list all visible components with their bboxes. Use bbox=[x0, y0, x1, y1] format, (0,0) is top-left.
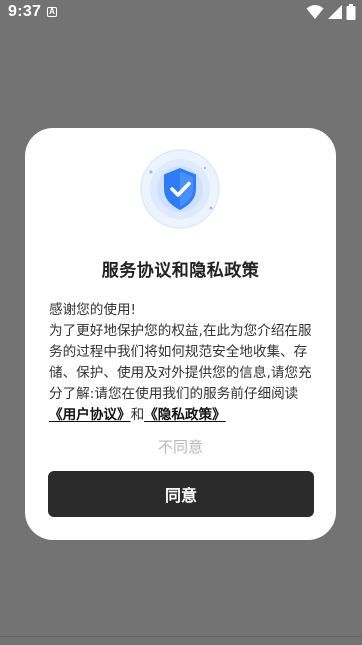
notification-icon: A bbox=[47, 7, 57, 17]
dialog-body: 感谢您的使用! 为了更好地保护您的权益,在此为您介绍在服务的过程中我们将如何规范… bbox=[49, 300, 315, 426]
disagree-button[interactable]: 不同意 bbox=[25, 436, 336, 457]
greeting-text: 感谢您的使用! bbox=[49, 302, 137, 318]
agree-button[interactable]: 同意 bbox=[48, 471, 314, 517]
status-bar: 9:37 A bbox=[0, 0, 362, 26]
agreement-paragraph: 为了更好地保护您的权益,在此为您介绍在服务的过程中我们将如何规范安全地收集、存储… bbox=[49, 321, 315, 426]
privacy-policy-link[interactable]: 《隐私政策》 bbox=[144, 407, 226, 423]
navigation-bar-divider bbox=[0, 636, 362, 637]
dialog-title: 服务协议和隐私政策 bbox=[101, 261, 260, 281]
wifi-icon bbox=[306, 5, 324, 19]
conjunction-text: 和 bbox=[130, 407, 145, 423]
body-text: 为了更好地保护您的权益,在此为您介绍在服务的过程中我们将如何规范安全地收集、存储… bbox=[49, 323, 312, 402]
status-time: 9:37 bbox=[8, 3, 42, 20]
privacy-dialog: 服务协议和隐私政策 感谢您的使用! 为了更好地保护您的权益,在此为您介绍在服务的… bbox=[25, 128, 336, 540]
battery-icon bbox=[346, 4, 356, 20]
shield-check-icon bbox=[140, 149, 220, 229]
cellular-signal-icon bbox=[328, 5, 342, 19]
user-agreement-link[interactable]: 《用户协议》 bbox=[49, 407, 131, 423]
status-icons bbox=[306, 4, 356, 20]
